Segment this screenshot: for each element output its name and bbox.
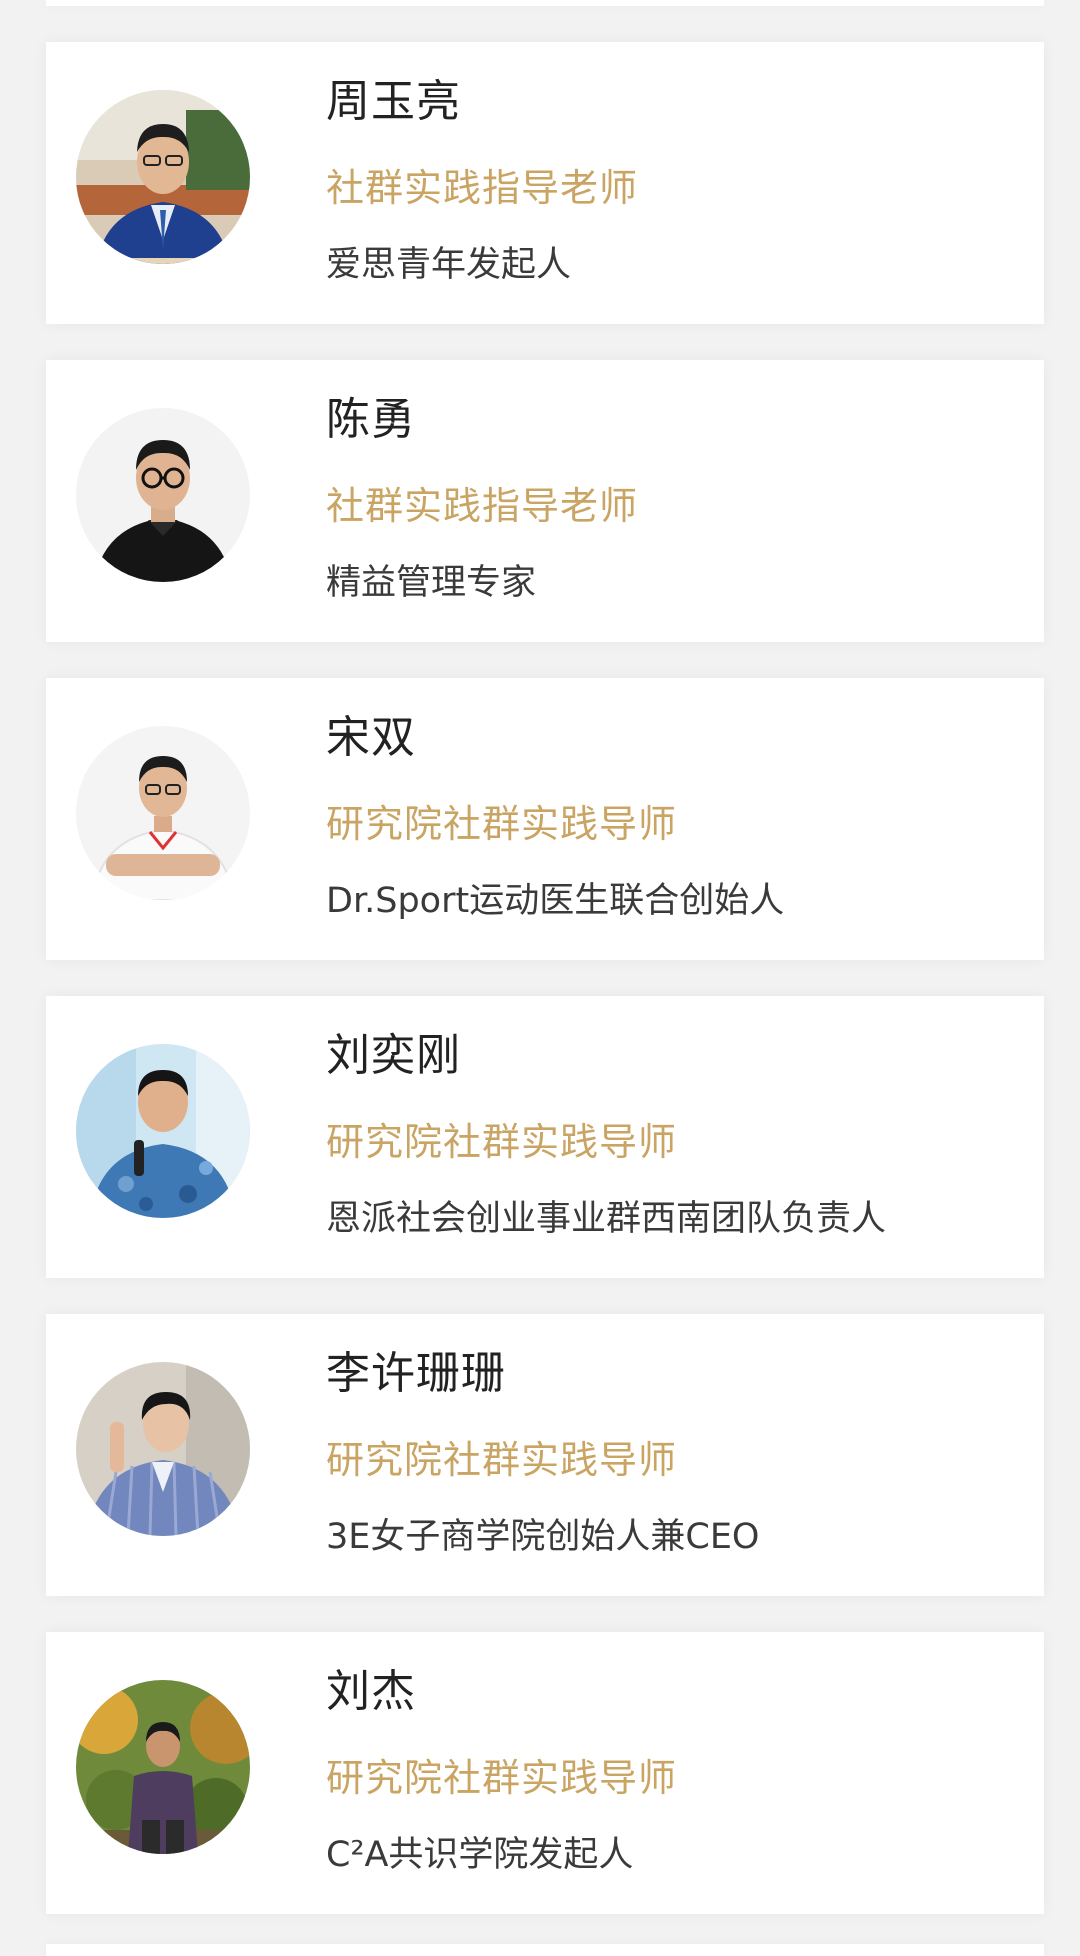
mentor-description: Dr.Sport运动医生联合创始人	[326, 881, 785, 921]
mentor-card[interactable]: 周玉亮 社群实践指导老师 爱思青年发起人	[46, 42, 1044, 324]
mentor-role: 研究院社群实践导师	[326, 1756, 678, 1800]
mentor-card[interactable]: 刘杰 研究院社群实践导师 C²A共识学院发起人	[46, 1632, 1044, 1914]
mentor-avatar	[76, 1680, 250, 1854]
previous-card-edge	[46, 0, 1044, 6]
mentor-description: C²A共识学院发起人	[326, 1835, 634, 1875]
mentor-name: 刘奕刚	[326, 1030, 461, 1081]
mentor-avatar	[76, 408, 250, 582]
mentor-role: 社群实践指导老师	[326, 166, 639, 210]
mentor-avatar	[76, 726, 250, 900]
mentor-description: 爱思青年发起人	[326, 245, 572, 285]
mentor-name: 宋双	[326, 712, 416, 763]
mentor-avatar	[76, 1044, 250, 1218]
mentor-avatar	[76, 90, 250, 264]
mentor-role: 研究院社群实践导师	[326, 1120, 678, 1164]
mentor-card[interactable]: 陈勇 社群实践指导老师 精益管理专家	[46, 360, 1044, 642]
mentor-description: 精益管理专家	[326, 563, 537, 603]
mentor-name: 周玉亮	[326, 76, 461, 127]
mentor-role: 研究院社群实践导师	[326, 802, 678, 846]
mentor-card[interactable]: 宋双 研究院社群实践导师 Dr.Sport运动医生联合创始人	[46, 678, 1044, 960]
mentor-list: 周玉亮 社群实践指导老师 爱思青年发起人 陈勇 社群实践指导老师 精益管理专家	[46, 42, 1044, 1944]
mentor-role: 社群实践指导老师	[326, 484, 639, 528]
mentor-avatar	[76, 1362, 250, 1536]
mentor-name: 李许珊珊	[326, 1348, 506, 1399]
mentor-name: 刘杰	[326, 1666, 416, 1717]
mentor-name: 陈勇	[326, 394, 416, 445]
mentor-card[interactable]: 李许珊珊 研究院社群实践导师 3E女子商学院创始人兼CEO	[46, 1314, 1044, 1596]
mentor-description: 3E女子商学院创始人兼CEO	[326, 1517, 760, 1557]
mentor-role: 研究院社群实践导师	[326, 1438, 678, 1482]
next-card-edge	[46, 1944, 1044, 1956]
mentor-description: 恩派社会创业事业群西南团队负责人	[326, 1199, 887, 1239]
mentor-card[interactable]: 刘奕刚 研究院社群实践导师 恩派社会创业事业群西南团队负责人	[46, 996, 1044, 1278]
